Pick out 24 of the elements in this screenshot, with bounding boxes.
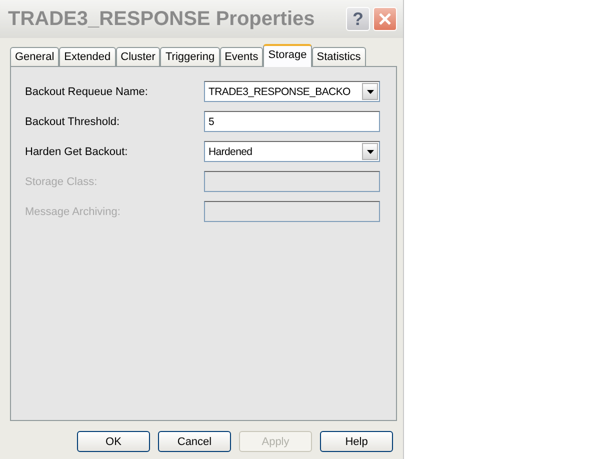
field-label: Backout Threshold: xyxy=(25,116,121,128)
dialog-button[interactable]: Help xyxy=(320,431,393,452)
dialog-button[interactable]: Cancel xyxy=(158,431,231,452)
close-icon xyxy=(378,12,392,26)
input-field[interactable] xyxy=(204,201,380,222)
dropdown[interactable]: TRADE3_RESPONSE_BACKO xyxy=(204,81,380,102)
field-label: Storage Class: xyxy=(25,176,98,188)
field-label: Message Archiving: xyxy=(25,206,122,218)
field-label: Backout Requeue Name: xyxy=(25,86,149,98)
dialog-button[interactable]: OK xyxy=(77,431,150,452)
tab[interactable]: Cluster xyxy=(116,47,160,66)
field-label: Harden Get Backout: xyxy=(25,146,129,158)
tab[interactable]: Events xyxy=(220,47,264,66)
help-button[interactable]: ? xyxy=(346,7,370,31)
tab[interactable]: Extended xyxy=(59,47,116,66)
tab[interactable]: Triggering xyxy=(160,47,220,66)
tab[interactable]: General xyxy=(10,47,60,66)
close-button[interactable] xyxy=(373,7,397,31)
dropdown[interactable]: Hardened xyxy=(204,141,380,162)
input-field[interactable]: 5 xyxy=(204,111,380,132)
window-title: TRADE3_RESPONSE Properties xyxy=(8,8,316,30)
input-field[interactable] xyxy=(204,171,380,192)
tab[interactable]: Storage xyxy=(263,44,312,67)
tab[interactable]: Statistics xyxy=(312,47,366,66)
